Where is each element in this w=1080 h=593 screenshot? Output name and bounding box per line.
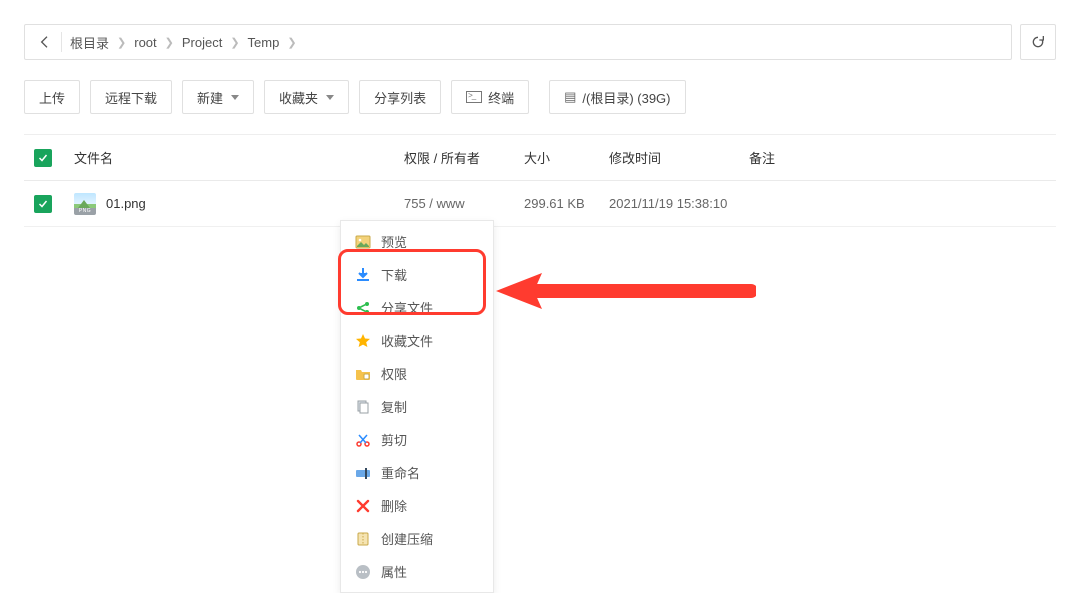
rename-icon — [355, 465, 371, 481]
file-list: 文件名 权限 / 所有者 大小 修改时间 备注 PNG 01.png 755 /… — [24, 134, 1056, 227]
download-icon — [355, 267, 371, 283]
scissors-icon — [355, 432, 371, 448]
back-button[interactable] — [31, 30, 59, 54]
menu-delete[interactable]: 删除 — [341, 489, 493, 522]
terminal-icon — [466, 91, 482, 103]
delete-icon — [355, 498, 371, 514]
copy-icon — [355, 399, 371, 415]
menu-permissions[interactable]: 权限 — [341, 357, 493, 390]
refresh-button[interactable] — [1020, 24, 1056, 60]
menu-favorite[interactable]: 收藏文件 — [341, 324, 493, 357]
breadcrumb: 根目录 ❯ root ❯ Project ❯ Temp ❯ — [24, 24, 1012, 60]
breadcrumb-item[interactable]: Project — [180, 35, 224, 50]
disk-icon: ▤ — [564, 89, 576, 105]
chevron-right-icon: ❯ — [117, 36, 126, 49]
annotation-arrow — [496, 271, 756, 311]
file-permission: 755 / www — [404, 196, 524, 211]
toolbar: 上传 远程下载 新建 收藏夹 分享列表 终端 ▤/(根目录) (39G) — [24, 80, 1056, 114]
breadcrumb-item[interactable]: root — [132, 35, 158, 50]
menu-rename[interactable]: 重命名 — [341, 456, 493, 489]
menu-copy[interactable]: 复制 — [341, 390, 493, 423]
file-name[interactable]: 01.png — [106, 196, 146, 211]
breadcrumb-bar: 根目录 ❯ root ❯ Project ❯ Temp ❯ — [24, 24, 1056, 60]
select-all-checkbox[interactable] — [34, 149, 52, 167]
terminal-button[interactable]: 终端 — [451, 80, 529, 114]
share-icon — [355, 300, 371, 316]
menu-download[interactable]: 下载 — [341, 258, 493, 291]
more-icon — [355, 564, 371, 580]
share-list-button[interactable]: 分享列表 — [359, 80, 441, 114]
folder-lock-icon — [355, 366, 371, 382]
column-permission[interactable]: 权限 / 所有者 — [404, 148, 524, 167]
breadcrumb-item[interactable]: 根目录 — [68, 33, 111, 52]
menu-preview[interactable]: 预览 — [341, 225, 493, 258]
chevron-right-icon: ❯ — [165, 36, 174, 49]
menu-properties[interactable]: 属性 — [341, 555, 493, 588]
menu-compress[interactable]: 创建压缩 — [341, 522, 493, 555]
table-row[interactable]: PNG 01.png 755 / www 299.61 KB 2021/11/1… — [24, 181, 1056, 227]
chevron-down-icon — [231, 95, 239, 100]
context-menu: 预览 下载 分享文件 收藏文件 权限 复制 剪切 重命名 删除 创建压缩 属性 — [340, 220, 494, 593]
favorites-button[interactable]: 收藏夹 — [264, 80, 349, 114]
chevron-right-icon: ❯ — [287, 36, 296, 49]
divider — [61, 32, 62, 52]
upload-button[interactable]: 上传 — [24, 80, 80, 114]
file-mtime: 2021/11/19 15:38:10 — [609, 196, 749, 211]
column-name[interactable]: 文件名 — [74, 148, 404, 167]
disk-button[interactable]: ▤/(根目录) (39G) — [549, 80, 685, 114]
star-icon — [355, 333, 371, 349]
remote-download-button[interactable]: 远程下载 — [90, 80, 172, 114]
new-button[interactable]: 新建 — [182, 80, 254, 114]
file-png-icon: PNG — [74, 193, 96, 215]
menu-share[interactable]: 分享文件 — [341, 291, 493, 324]
menu-cut[interactable]: 剪切 — [341, 423, 493, 456]
table-header: 文件名 权限 / 所有者 大小 修改时间 备注 — [24, 135, 1056, 181]
row-checkbox[interactable] — [34, 195, 52, 213]
column-size[interactable]: 大小 — [524, 148, 609, 167]
image-icon — [355, 234, 371, 250]
chevron-down-icon — [326, 95, 334, 100]
column-mtime[interactable]: 修改时间 — [609, 148, 749, 167]
breadcrumb-item[interactable]: Temp — [246, 35, 282, 50]
column-note[interactable]: 备注 — [749, 148, 1056, 167]
chevron-right-icon: ❯ — [230, 36, 239, 49]
zip-icon — [355, 531, 371, 547]
file-size: 299.61 KB — [524, 196, 609, 211]
